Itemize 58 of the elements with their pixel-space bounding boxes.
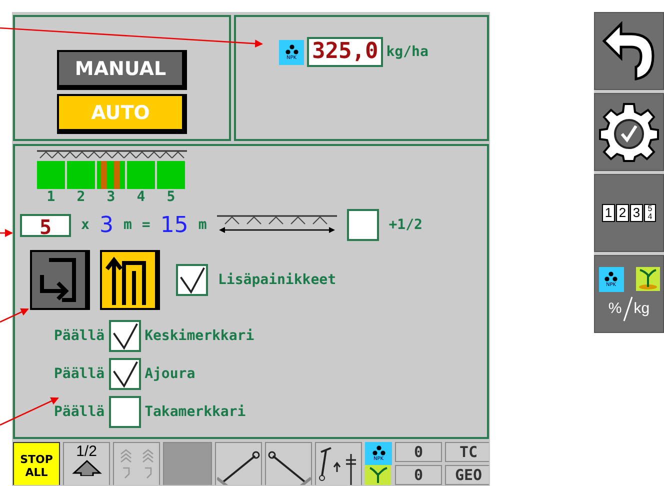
checkbox[interactable]: [176, 264, 208, 296]
section-count-field[interactable]: 5: [20, 214, 71, 236]
half-width-button[interactable]: 1/2: [63, 442, 110, 485]
section-number: 5: [166, 189, 176, 205]
empty-slot: [163, 442, 212, 485]
back-button[interactable]: [594, 12, 664, 90]
counter-fraction: 5 4: [644, 204, 656, 222]
times-sign: x: [81, 217, 90, 233]
mode-cell[interactable]: TC: [445, 442, 489, 462]
section-number: 3: [106, 189, 116, 205]
up-arrow-icon: [72, 460, 102, 476]
left-marker-button[interactable]: [215, 442, 262, 485]
unit-label: m: [198, 217, 207, 233]
annotation-arrow: [0, 308, 29, 323]
back-arrow-icon: [601, 21, 657, 81]
unit-label: kg/ha: [386, 44, 428, 60]
mode-cell[interactable]: GEO: [445, 465, 489, 485]
checkbox-label: +1/2: [388, 217, 422, 233]
unit-label: %: [608, 300, 622, 317]
checkbox-label: Ajoura: [144, 366, 196, 382]
counter-digit: 3: [630, 204, 643, 222]
counter-cell: 0: [395, 442, 442, 462]
checkbox[interactable]: [108, 358, 141, 390]
on-label: Päällä: [54, 328, 105, 344]
section-number: 4: [136, 189, 146, 205]
tramline-button[interactable]: [315, 442, 362, 485]
checkbox-label: Keskimerkkari: [144, 328, 254, 344]
checkbox[interactable]: [108, 320, 141, 352]
checkbox-label: Lisäpainikkeet: [218, 272, 336, 288]
section-number: 2: [76, 189, 86, 205]
checkbox[interactable]: [346, 209, 379, 241]
on-label: Päällä: [54, 404, 105, 420]
stop-all-button[interactable]: STOP ALL: [13, 442, 60, 485]
seedling-icon: [636, 266, 660, 290]
rate-field[interactable]: 325,0: [307, 37, 384, 67]
slash-icon: [622, 296, 633, 322]
counter-digit: 1: [602, 204, 615, 222]
unit-label: kg: [634, 300, 650, 317]
settings-icon: [598, 101, 660, 163]
settings-button[interactable]: [594, 93, 664, 171]
mode-button[interactable]: MANUAL: [57, 50, 187, 90]
equals-sign: =: [142, 217, 150, 233]
working-width-icon: [216, 215, 337, 235]
boom-icon: [37, 150, 187, 160]
unit-label: m: [123, 217, 132, 233]
checkbox[interactable]: [108, 396, 141, 428]
seedling-icon: [365, 465, 391, 485]
right-marker-button[interactable]: [265, 442, 312, 485]
on-label: Päällä: [54, 366, 105, 382]
annotation-arrow: [0, 229, 13, 237]
section-number: 1: [46, 189, 56, 205]
exit-button[interactable]: [30, 250, 90, 310]
total-width: 15: [160, 212, 188, 238]
counter-cell: 0: [395, 465, 442, 485]
headland-button[interactable]: [100, 250, 160, 310]
counter-digit: 2: [616, 204, 629, 222]
checkbox-label: Takamerkkari: [144, 404, 246, 420]
section-width: 3: [99, 212, 114, 238]
